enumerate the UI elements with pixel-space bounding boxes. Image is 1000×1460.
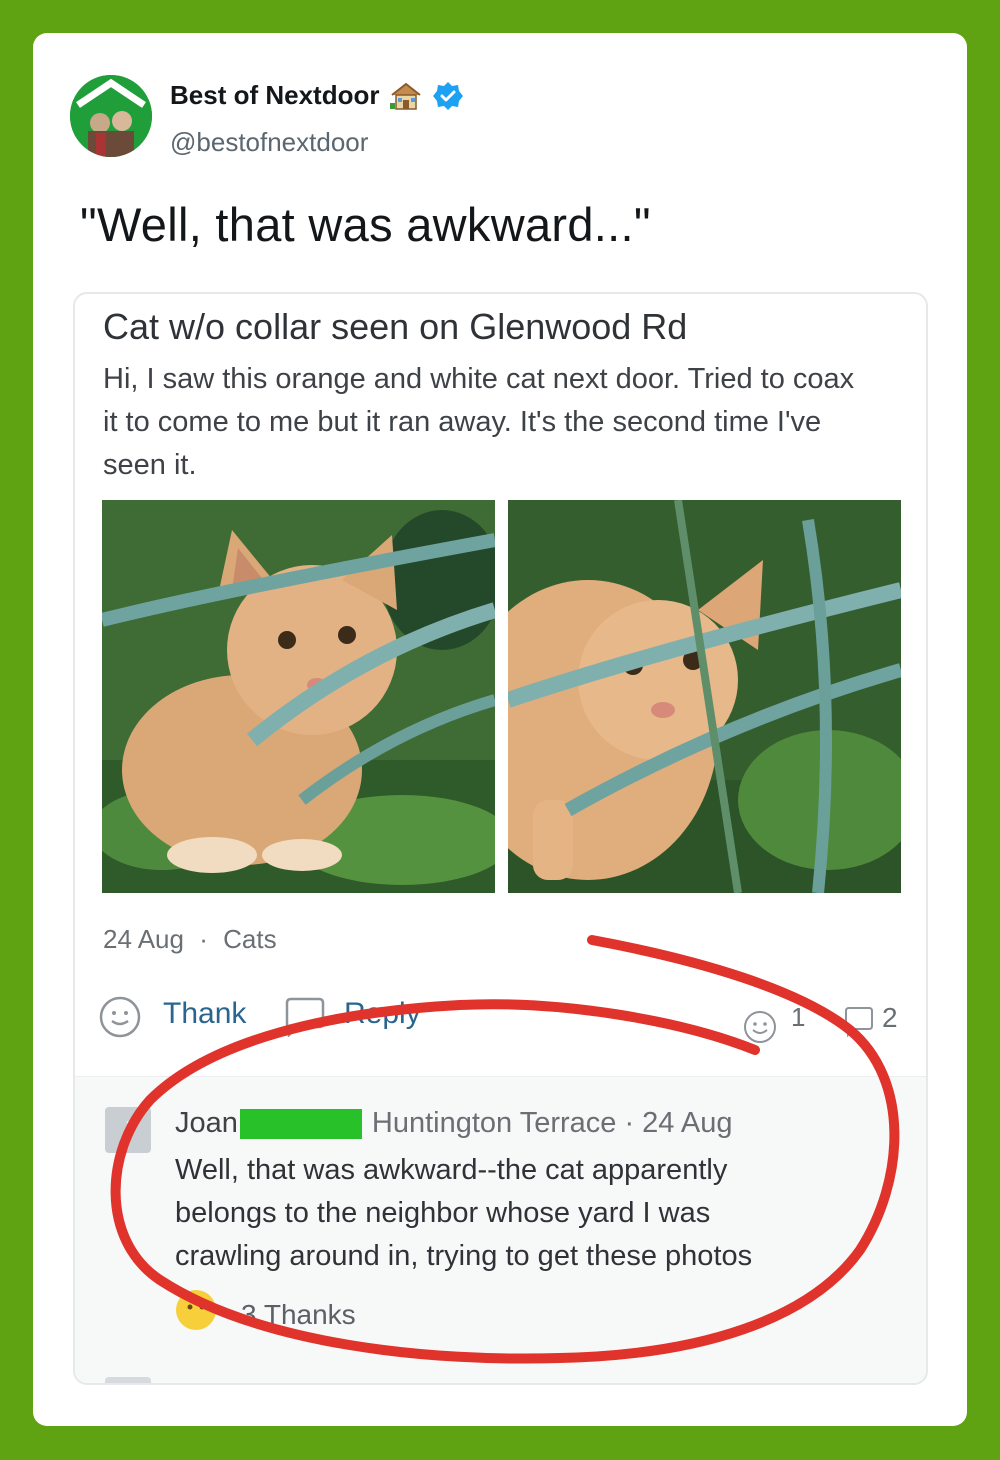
comment-header: Joan Huntington Terrace · 24 Aug bbox=[175, 1107, 732, 1140]
verified-badge-icon bbox=[433, 81, 464, 110]
display-name[interactable]: Best of Nextdoor bbox=[170, 80, 379, 111]
comment-thanks-count[interactable]: 3 Thanks bbox=[241, 1299, 356, 1331]
name-redaction-bar bbox=[239, 1108, 362, 1139]
commenter-name[interactable]: Joan bbox=[175, 1107, 238, 1140]
commenter-avatar[interactable]: J bbox=[105, 1107, 151, 1153]
profile-avatar[interactable] bbox=[70, 75, 152, 157]
cat-photo-2[interactable] bbox=[508, 500, 901, 893]
reply-button[interactable]: Reply bbox=[344, 997, 421, 1031]
commenter-neighborhood-date: Huntington Terrace · 24 Aug bbox=[371, 1107, 733, 1139]
tweet-text: "Well, that was awkward..." bbox=[80, 198, 651, 251]
post-date: 24 Aug bbox=[103, 924, 184, 954]
thank-button[interactable]: Thank bbox=[163, 997, 246, 1031]
comment-thread: J Joan Huntington Terrace · 24 Aug Well,… bbox=[75, 1076, 926, 1383]
reactions-smile-icon bbox=[744, 1011, 776, 1043]
handle[interactable]: @bestofnextdoor bbox=[170, 127, 368, 158]
name-row: Best of Nextdoor bbox=[170, 80, 464, 111]
house-icon bbox=[390, 82, 422, 110]
post-title: Cat w/o collar seen on Glenwood Rd bbox=[103, 306, 688, 347]
comment-text: Well, that was awkward--the cat apparent… bbox=[175, 1154, 753, 1272]
reply-icon[interactable] bbox=[283, 997, 327, 1037]
post-body: Hi, I saw this orange and white cat next… bbox=[103, 363, 855, 481]
meta-separator: · bbox=[199, 924, 208, 954]
post-category[interactable]: Cats bbox=[223, 924, 276, 954]
smiley-emoji-icon bbox=[176, 1290, 216, 1330]
nextdoor-post-screenshot: Cat w/o collar seen on Glenwood Rd Hi, I… bbox=[73, 292, 928, 1385]
next-comment-avatar bbox=[105, 1377, 151, 1383]
cat-photo-1[interactable] bbox=[102, 500, 495, 893]
post-meta: 24 Aug · Cats bbox=[103, 924, 277, 955]
comments-count[interactable]: 2 bbox=[882, 1002, 898, 1034]
reactions-count[interactable]: 1 bbox=[791, 1002, 805, 1033]
comment-icon bbox=[845, 1007, 873, 1038]
post-actions: Thank Reply 1 2 bbox=[99, 994, 909, 1044]
smile-icon[interactable] bbox=[99, 996, 141, 1038]
